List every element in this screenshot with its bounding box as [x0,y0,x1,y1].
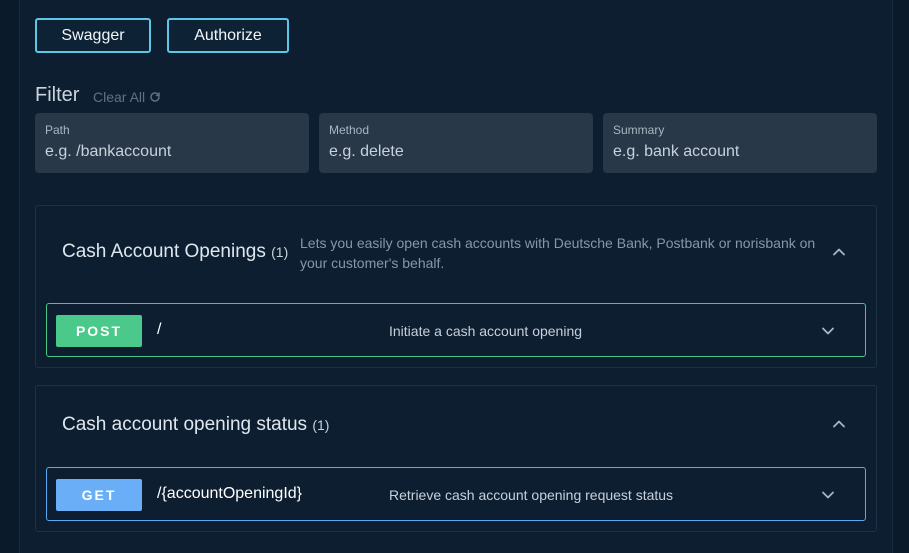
chevron-up-icon[interactable] [832,417,846,431]
chevron-down-icon[interactable] [821,488,835,502]
authorize-button[interactable]: Authorize [167,18,289,53]
summary-filter-label: Summary [613,123,665,137]
clear-all-link[interactable]: Clear All [93,89,161,105]
group-title: Cash account opening status [62,414,308,435]
chevron-down-icon[interactable] [821,324,835,338]
group-count: (1) [271,244,289,260]
operation-summary: Retrieve cash account opening request st… [389,487,674,503]
path-filter-field[interactable]: Path [35,113,309,173]
operation-summary: Initiate a cash account opening [389,323,583,339]
method-filter-input[interactable] [329,143,583,161]
swagger-button[interactable]: Swagger [35,18,151,53]
method-badge-get: GET [56,479,142,511]
operation-get-account-opening[interactable]: GET /{accountOpeningId} Retrieve cash ac… [46,467,866,521]
operation-post-root[interactable]: POST / Initiate a cash account opening [46,303,866,357]
method-badge-post: POST [56,315,142,347]
tag-group-cash-account-opening-status: Cash account opening status (1) GET /{ac… [35,385,877,532]
clear-all-label: Clear All [93,89,146,105]
operation-path: / [157,321,162,338]
summary-filter-field[interactable]: Summary [603,113,877,173]
group-title: Cash Account Openings [62,241,266,262]
group-header[interactable]: Cash Account Openings (1) [62,241,288,263]
method-filter-field[interactable]: Method [319,113,593,173]
summary-filter-input[interactable] [613,143,867,161]
method-filter-label: Method [329,123,370,137]
refresh-icon [150,92,160,102]
filter-title: Filter [35,84,80,106]
group-header[interactable]: Cash account opening status (1) [62,414,329,436]
path-filter-label: Path [45,123,70,137]
group-count: (1) [312,417,330,433]
tag-group-cash-account-openings: Cash Account Openings (1) Lets you easil… [35,205,877,368]
path-filter-input[interactable] [45,143,299,161]
operation-path: /{accountOpeningId} [157,485,303,502]
group-description: Lets you easily open cash accounts with … [300,235,816,271]
chevron-up-icon[interactable] [832,245,846,259]
